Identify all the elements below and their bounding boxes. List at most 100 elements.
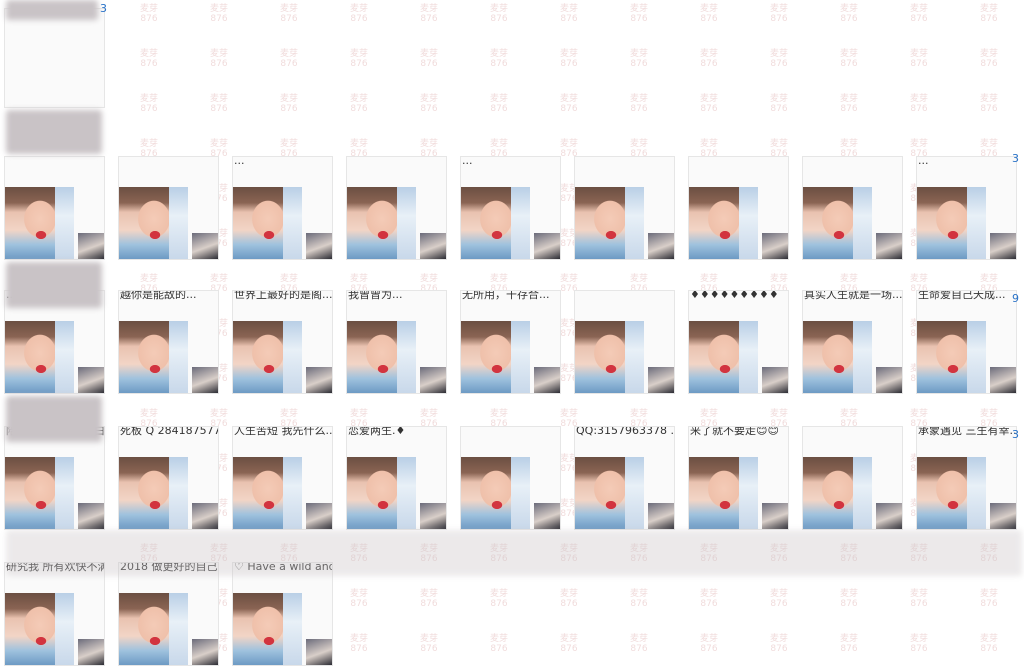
profile-card[interactable] <box>802 426 903 530</box>
card-caption: ... <box>462 156 473 167</box>
profile-card[interactable]: 越你是能敌的... <box>118 290 219 394</box>
watermark-text: 麦芽876 <box>490 589 509 609</box>
blurred-username <box>6 396 102 442</box>
card-caption <box>461 427 560 441</box>
side-count: 9 <box>1012 292 1019 305</box>
profile-card[interactable]: ... <box>460 156 561 260</box>
watermark-text: 麦芽876 <box>980 634 999 654</box>
watermark-text: 麦芽876 <box>280 4 299 24</box>
profile-card[interactable]: 生命爱自己天成... <box>916 290 1017 394</box>
card-caption <box>119 157 218 171</box>
card-thumbnail <box>762 503 788 529</box>
card-main-photo <box>119 593 188 665</box>
profile-card[interactable] <box>118 156 219 260</box>
card-main-photo <box>689 187 758 259</box>
card-thumbnail <box>534 233 560 259</box>
profile-card[interactable]: 2018 做更好的自己... <box>118 562 219 666</box>
card-thumbnail <box>534 503 560 529</box>
blurred-username <box>6 110 102 154</box>
watermark-text: 麦芽876 <box>840 94 859 114</box>
profile-card[interactable]: 死板 Q 2841875778 <box>118 426 219 530</box>
card-caption <box>575 291 674 305</box>
profile-card[interactable]: ♡ Have a wild and... <box>232 562 333 666</box>
watermark-text: 麦芽876 <box>490 49 509 69</box>
profile-card[interactable]: ♦♦♦♦♦♦♦♦♦ <box>688 290 789 394</box>
card-thumbnail <box>534 367 560 393</box>
profile-card[interactable]: 真实人生就是一场... <box>802 290 903 394</box>
profile-card[interactable]: 来了就不要走😊😊 <box>688 426 789 530</box>
profile-card[interactable] <box>574 290 675 394</box>
watermark-text: 麦芽876 <box>910 49 929 69</box>
profile-card-top[interactable] <box>4 8 105 108</box>
watermark-text: 麦芽876 <box>560 589 579 609</box>
profile-card[interactable] <box>346 156 447 260</box>
card-caption: ♦♦♦♦♦♦♦♦♦ <box>690 290 779 301</box>
card-thumbnail <box>648 367 674 393</box>
card-thumbnail <box>192 233 218 259</box>
card-main-photo <box>347 187 416 259</box>
profile-card[interactable] <box>574 156 675 260</box>
profile-card[interactable] <box>4 156 105 260</box>
card-main-photo <box>575 187 644 259</box>
card-main-photo <box>575 321 644 393</box>
profile-card[interactable]: QQ:3157963378 ... <box>574 426 675 530</box>
watermark-text: 麦芽876 <box>210 94 229 114</box>
card-main-photo <box>5 321 74 393</box>
watermark-text: 麦芽876 <box>980 94 999 114</box>
watermark-text: 麦芽876 <box>980 49 999 69</box>
watermark-text: 麦芽876 <box>350 94 369 114</box>
card-caption: 承蒙遇见 三生有幸... <box>918 426 1017 437</box>
card-caption: ... <box>234 156 245 167</box>
watermark-text: 麦芽876 <box>630 94 649 114</box>
profile-card[interactable]: 世界上最好的是阁... <box>232 290 333 394</box>
profile-card[interactable]: ... <box>232 156 333 260</box>
card-caption <box>803 157 902 171</box>
card-main-photo <box>347 321 416 393</box>
profile-card[interactable] <box>802 156 903 260</box>
watermark-text: 麦芽876 <box>420 589 439 609</box>
watermark-text: 麦芽876 <box>140 49 159 69</box>
profile-card[interactable] <box>460 426 561 530</box>
card-thumbnail <box>876 367 902 393</box>
watermark-text: 麦芽876 <box>770 589 789 609</box>
watermark-text: 麦芽876 <box>280 49 299 69</box>
watermark-text: 麦芽876 <box>910 4 929 24</box>
card-caption: 死板 Q 2841875778 <box>120 426 219 437</box>
card-main-photo <box>5 187 74 259</box>
profile-card[interactable]: 承蒙遇见 三生有幸... <box>916 426 1017 530</box>
watermark-text: 麦芽876 <box>350 589 369 609</box>
blurred-username <box>6 0 98 20</box>
profile-card[interactable] <box>688 156 789 260</box>
card-main-photo <box>917 321 986 393</box>
watermark-text: 麦芽876 <box>770 4 789 24</box>
card-thumbnail <box>420 503 446 529</box>
watermark-text: 麦芽876 <box>700 589 719 609</box>
card-main-photo <box>233 457 302 529</box>
profile-card[interactable]: 人生苦短 我先什么... <box>232 426 333 530</box>
watermark-text: 麦芽876 <box>770 49 789 69</box>
watermark-text: 麦芽876 <box>910 634 929 654</box>
watermark-text: 麦芽876 <box>140 4 159 24</box>
profile-card[interactable]: 研究我 所有欢快不满 <box>4 562 105 666</box>
profile-card[interactable]: 恋爱两生.♦ <box>346 426 447 530</box>
card-thumbnail <box>306 233 332 259</box>
watermark-text: 麦芽876 <box>910 94 929 114</box>
watermark-text: 麦芽876 <box>490 4 509 24</box>
card-caption: ... <box>918 156 929 167</box>
watermark-text: 麦芽876 <box>350 634 369 654</box>
card-caption: 无所用，干存合... <box>462 290 550 301</box>
profile-card[interactable]: ... <box>916 156 1017 260</box>
card-main-photo <box>575 457 644 529</box>
side-count: 3 <box>1012 428 1019 441</box>
card-thumbnail <box>990 367 1016 393</box>
watermark-text: 麦芽876 <box>980 4 999 24</box>
watermark-text: 麦芽876 <box>840 589 859 609</box>
watermark-text: 麦芽876 <box>420 634 439 654</box>
card-thumbnail <box>192 639 218 665</box>
card-main-photo <box>119 187 188 259</box>
card-main-photo <box>917 187 986 259</box>
card-thumbnail <box>78 367 104 393</box>
profile-card[interactable]: 我曾曾为... <box>346 290 447 394</box>
profile-card[interactable]: 无所用，干存合... <box>460 290 561 394</box>
card-caption: 我曾曾为... <box>348 290 403 301</box>
